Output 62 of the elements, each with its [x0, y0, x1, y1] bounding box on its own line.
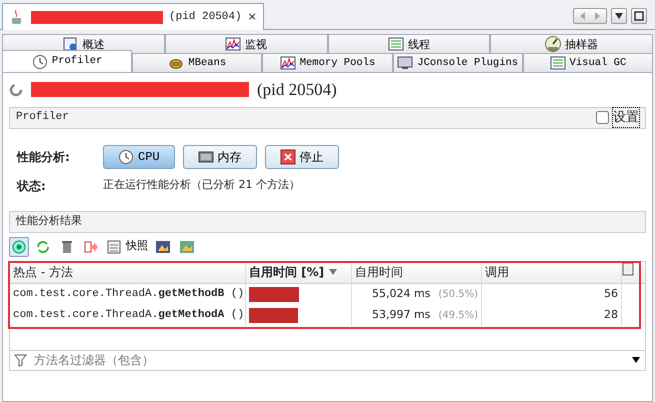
section-title: 性能分析结果 [16, 213, 82, 230]
column-header[interactable]: 自用时间 [%] [246, 262, 352, 282]
profile-button[interactable]: CPU [103, 144, 175, 168]
tab[interactable]: Profiler [2, 50, 132, 72]
tab[interactable]: 线程 [328, 34, 490, 53]
clock-icon [118, 148, 134, 164]
chart-icon [225, 36, 242, 52]
list-icon [388, 36, 404, 52]
chart-icon [280, 55, 296, 71]
save-icon [179, 238, 195, 254]
monitor-icon [397, 55, 414, 71]
status-text: 正在运行性能分析（已分析 21 个方法） [103, 177, 300, 194]
load-icon [155, 238, 171, 254]
filter-icon [14, 353, 28, 367]
trash-icon [59, 238, 75, 254]
tab[interactable]: 监视 [164, 34, 328, 53]
loading-spinner-icon [9, 82, 23, 97]
maximize-button[interactable] [631, 8, 647, 24]
settings-checkbox[interactable] [596, 111, 609, 124]
percent-value: (50.5%) [438, 288, 478, 302]
live-results-button[interactable] [9, 236, 29, 256]
export-icon [83, 238, 99, 254]
document-icon [106, 238, 122, 254]
panel-title: Profiler [16, 110, 69, 126]
time-value: 55,024 ms [372, 286, 430, 302]
clock-icon [32, 54, 48, 70]
memory-chip-icon [198, 148, 214, 164]
close-button[interactable]: × [248, 8, 257, 26]
percent-value: (49.5%) [438, 308, 478, 322]
status-label: 状态: [17, 178, 47, 194]
tab[interactable]: MBeans [132, 53, 262, 72]
column-header[interactable]: 热点 - 方法 [10, 262, 246, 282]
caret-icon [614, 12, 624, 20]
method-name: com.test.core.ThreadA.getMethodA () [13, 308, 244, 323]
document-tab[interactable]: (pid 20504) × [2, 3, 264, 30]
document-icon [62, 36, 78, 52]
caret-icon[interactable] [631, 356, 641, 364]
sort-arrow-icon [328, 268, 338, 276]
document-pid: (pid 20504) [169, 10, 242, 25]
live-results-icon [11, 238, 27, 254]
tab[interactable]: 抽样器 [490, 34, 653, 53]
calls-value: 56 [482, 284, 622, 304]
stop-icon [280, 148, 296, 164]
refresh-icon [35, 238, 51, 254]
tab[interactable]: Memory Pools [262, 53, 393, 72]
dropdown-button[interactable] [611, 8, 627, 24]
tab[interactable]: Visual GC [522, 53, 654, 72]
column-header[interactable]: 自用时间 [352, 262, 482, 282]
heading-pid: (pid 20504) [257, 79, 337, 101]
calls-value: 28 [482, 304, 622, 326]
profile-button[interactable]: 停止 [264, 144, 339, 168]
settings-label[interactable]: 设置 [613, 108, 639, 128]
time-value: 53,997 ms [372, 306, 430, 323]
column-menu-icon[interactable] [622, 262, 634, 276]
list-icon [550, 55, 566, 71]
profile-button[interactable]: 内存 [182, 144, 257, 168]
tab[interactable]: JConsole Plugins [392, 53, 523, 72]
gauge-icon [545, 36, 562, 52]
profile-label: 性能分析: [17, 148, 71, 166]
snapshot-button[interactable]: 快照 [105, 236, 149, 256]
method-name: com.test.core.ThreadA.getMethodB () [13, 286, 244, 302]
window-icon [634, 11, 644, 21]
